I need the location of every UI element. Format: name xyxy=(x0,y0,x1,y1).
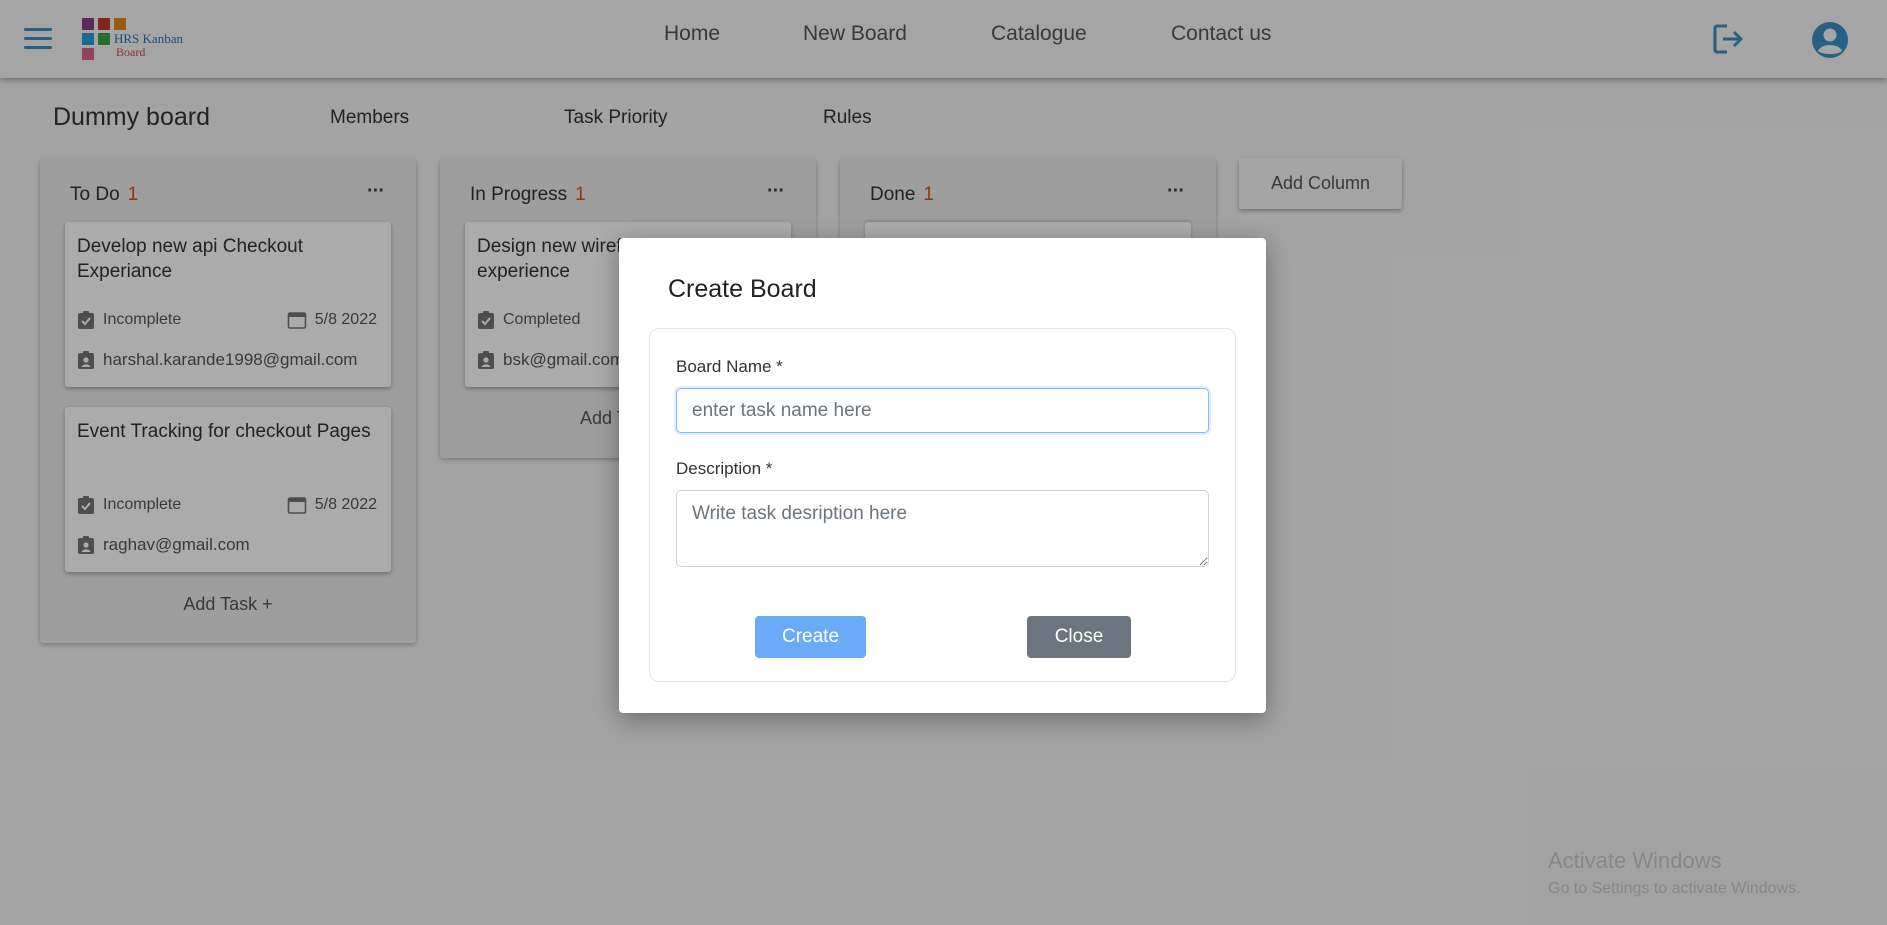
create-board-form: Board Name * Description * Create Close xyxy=(649,328,1236,682)
board-name-input[interactable] xyxy=(676,388,1209,433)
board-name-label: Board Name * xyxy=(676,357,783,376)
create-button[interactable]: Create xyxy=(755,616,866,658)
dialog-title: Create Board xyxy=(668,275,817,303)
close-button[interactable]: Close xyxy=(1027,616,1131,658)
create-board-dialog: Create Board Board Name * Description * … xyxy=(619,238,1266,713)
description-textarea[interactable] xyxy=(676,490,1209,567)
description-label: Description * xyxy=(676,459,773,478)
